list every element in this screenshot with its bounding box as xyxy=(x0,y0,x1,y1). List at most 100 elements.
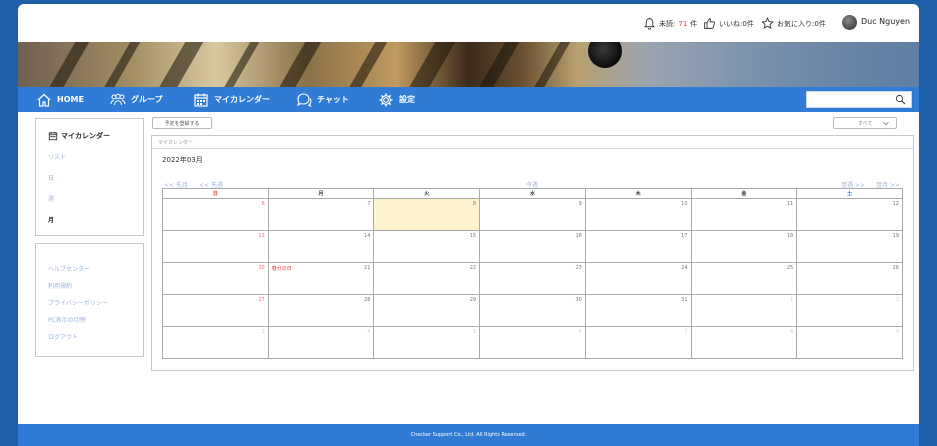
username[interactable]: Duc Nguyen xyxy=(861,17,910,26)
calendar-day-cell[interactable]: 21 春分の日 xyxy=(267,262,375,295)
view-day-link[interactable]: 日 xyxy=(48,173,54,182)
day-number: 19 xyxy=(892,233,899,239)
nav-group[interactable]: グループ xyxy=(110,87,163,112)
calendar-day-cell[interactable]: 17 xyxy=(584,230,692,263)
calendar-day-cell[interactable]: 26 xyxy=(796,262,903,295)
unread-notifications[interactable]: 未読: 71 件 xyxy=(643,17,697,30)
calendar-day-cell[interactable]: 8 xyxy=(373,198,481,231)
view-list-link[interactable]: リスト xyxy=(48,152,66,161)
day-number: 21 xyxy=(364,265,371,271)
nav-settings[interactable]: 設定 xyxy=(378,87,415,112)
banner-tiger-eye xyxy=(588,42,622,68)
calendar-day-cell[interactable]: 29 xyxy=(373,294,481,327)
logout-link[interactable]: ログアウト xyxy=(48,332,78,341)
calendar-day-cell[interactable]: 28 xyxy=(267,294,375,327)
holiday-label[interactable]: 春分の日 xyxy=(272,265,292,272)
current-month-label: 2022年03月 xyxy=(162,156,203,164)
calendar-day-cell[interactable]: 6 xyxy=(162,198,269,231)
star-icon xyxy=(761,17,774,29)
calendar-day-cell[interactable]: 9 xyxy=(479,198,586,231)
nav-my-calendar[interactable]: マイカレンダー xyxy=(193,87,270,112)
calendar-day-cell[interactable]: 27 xyxy=(162,294,269,327)
calendar-day-cell[interactable]: 7 xyxy=(267,198,375,231)
calendar-day-cell[interactable]: 11 xyxy=(690,198,798,231)
calendar-day-cell[interactable]: 20 xyxy=(162,262,269,295)
calendar-day-cell[interactable]: 22 xyxy=(373,262,481,295)
day-number: 31 xyxy=(681,297,688,303)
chat-icon xyxy=(296,92,312,107)
calendar-icon xyxy=(48,131,58,141)
calendar-day-cell[interactable]: 12 xyxy=(796,198,903,231)
calendar-day-cell[interactable]: 16 xyxy=(479,230,586,263)
calendar-day-cell[interactable]: 14 xyxy=(267,230,375,263)
calendar-day-cell[interactable]: 8 xyxy=(690,326,798,359)
calendar-day-cell[interactable]: 19 xyxy=(796,230,903,263)
view-week-link[interactable]: 週 xyxy=(48,194,54,203)
help-links-panel: ヘルプセンター 利用規約 プライバシーポリシー PC表示の切替 ログアウト xyxy=(35,243,144,357)
day-number: 29 xyxy=(469,297,477,303)
calendar-day-cell[interactable]: 25 xyxy=(690,262,798,295)
search-input[interactable] xyxy=(806,91,912,108)
day-number: 20 xyxy=(258,265,265,271)
help-center-link[interactable]: ヘルプセンター xyxy=(48,264,90,273)
day-number: 28 xyxy=(364,297,371,303)
day-number: 5 xyxy=(472,329,477,335)
calendar-day-cell[interactable]: 30 xyxy=(479,294,586,327)
day-number: 24 xyxy=(681,265,688,271)
calendar-day-cell[interactable]: 24 xyxy=(584,262,692,295)
weekday-header: 火 xyxy=(373,188,481,199)
view-month-link[interactable]: 月 xyxy=(48,215,54,224)
day-number: 2 xyxy=(895,297,899,303)
calendar-day-cell[interactable]: 13 xyxy=(162,230,269,263)
day-number: 25 xyxy=(786,265,794,271)
day-number: 3 xyxy=(261,329,265,335)
top-utility-bar: 未読: 71 件 いいね:0件 お気に入り:0件 Duc Nguyen xyxy=(18,4,919,42)
calendar-day-cell[interactable]: 3 xyxy=(162,326,269,359)
favorites-counter[interactable]: お気に入り:0件 xyxy=(761,17,826,30)
day-number: 23 xyxy=(575,265,582,271)
pc-view-toggle-link[interactable]: PC表示の切替 xyxy=(48,315,86,324)
day-number: 8 xyxy=(790,329,794,335)
calendar-day-cell[interactable]: 6 xyxy=(479,326,586,359)
day-number: 7 xyxy=(684,329,688,335)
calendar-day-cell[interactable]: 15 xyxy=(373,230,481,263)
calendar-filter-select[interactable]: すべて xyxy=(833,117,897,129)
calendar-day-cell[interactable]: 31 xyxy=(584,294,692,327)
avatar[interactable] xyxy=(842,15,857,30)
day-number: 26 xyxy=(892,265,899,271)
calendar-day-cell[interactable]: 9 xyxy=(796,326,903,359)
weekday-header: 金 xyxy=(690,188,798,199)
day-number: 9 xyxy=(578,201,582,207)
calendar-day-cell[interactable]: 5 xyxy=(373,326,481,359)
day-number: 8 xyxy=(472,201,477,207)
day-number: 11 xyxy=(786,201,794,207)
likes-counter[interactable]: いいね:0件 xyxy=(703,17,754,30)
calendar-day-cell[interactable]: 7 xyxy=(584,326,692,359)
day-number: 6 xyxy=(578,329,582,335)
calendar-day-cell[interactable]: 4 xyxy=(267,326,375,359)
nav-chat[interactable]: チャット xyxy=(296,87,349,112)
weekday-header: 土 xyxy=(796,188,903,199)
filter-selected-value: すべて xyxy=(858,121,873,127)
nav-group-label: グループ xyxy=(131,95,163,104)
day-number: 10 xyxy=(681,201,688,207)
add-event-button[interactable]: 予定を登録する xyxy=(152,117,212,129)
nav-home[interactable]: HOME xyxy=(36,87,84,112)
day-number: 14 xyxy=(364,233,371,239)
footer: Checker Support Co., Ltd. All Rights Res… xyxy=(18,424,919,446)
calendar-day-cell[interactable]: 18 xyxy=(690,230,798,263)
day-number: 27 xyxy=(258,297,265,303)
calendar-day-cell[interactable]: 23 xyxy=(479,262,586,295)
day-number: 1 xyxy=(790,297,794,303)
privacy-policy-link[interactable]: プライバシーポリシー xyxy=(48,298,108,307)
calendar-day-cell[interactable]: 10 xyxy=(584,198,692,231)
main-nav: HOME グループ マイカレンダー チャット 設定 xyxy=(18,87,919,112)
gear-icon xyxy=(379,93,393,106)
calendar-weeks: 6 7 8 9 10 11 12 13 14 15 16 17 18 19 20 21 春分の日 22 23 24 25… xyxy=(162,198,903,359)
calendar-day-cell[interactable]: 1 xyxy=(690,294,798,327)
nav-settings-label: 設定 xyxy=(399,95,415,104)
calendar-day-cell[interactable]: 2 xyxy=(796,294,903,327)
terms-link[interactable]: 利用規約 xyxy=(48,281,72,290)
likes-label: いいね:0件 xyxy=(719,19,754,28)
day-number: 16 xyxy=(575,233,582,239)
